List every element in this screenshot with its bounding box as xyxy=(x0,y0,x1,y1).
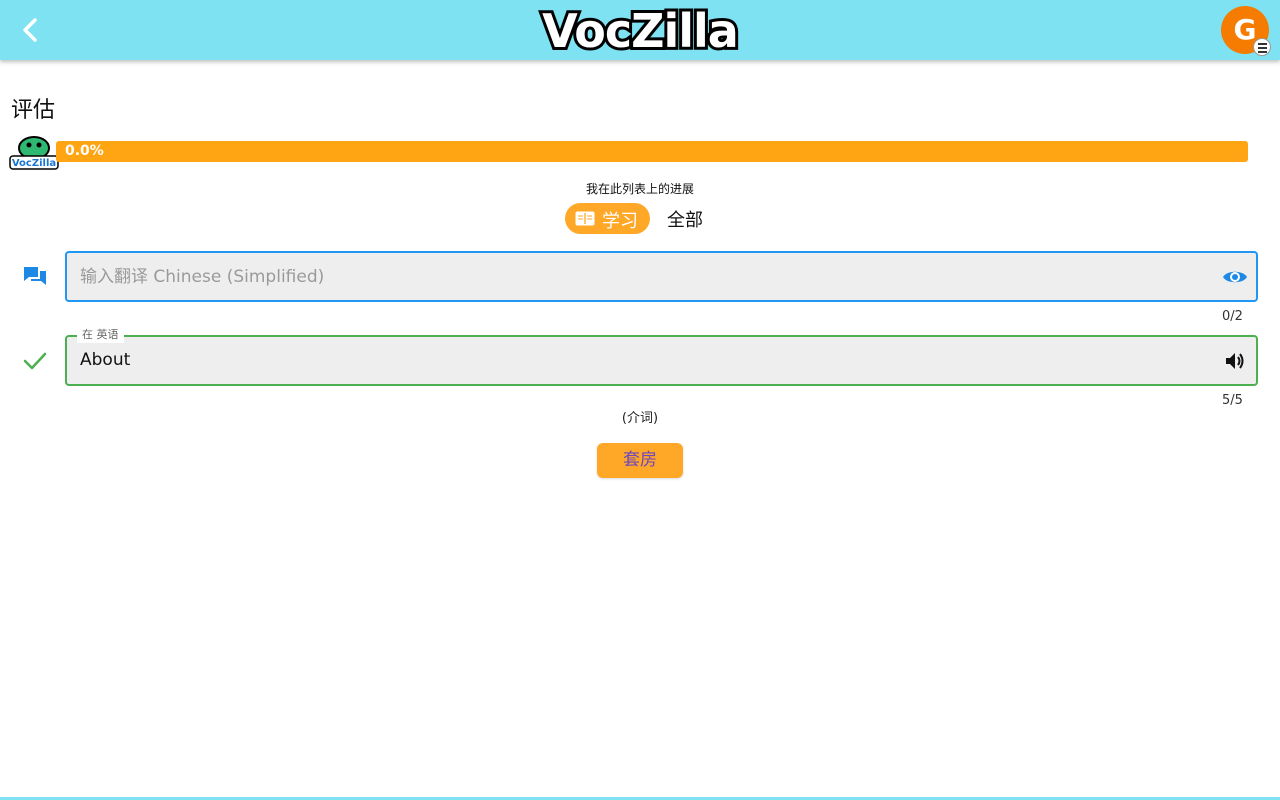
progress-label: 0.0% xyxy=(65,143,104,159)
study-mode-label: 学习 xyxy=(602,211,638,232)
user-avatar[interactable]: G xyxy=(1221,6,1271,56)
check-icon xyxy=(22,348,48,374)
back-button[interactable] xyxy=(16,15,46,45)
app-root: VocZilla G 评估 VocZilla 0.0% 我在此列表上的进展 学习… xyxy=(0,0,1280,800)
reveal-answer-button[interactable] xyxy=(1222,266,1248,288)
study-mode-button[interactable]: 学习 xyxy=(565,203,650,234)
progress-bar: 0.0% xyxy=(56,141,1248,162)
part-of-speech: (介词) xyxy=(621,411,659,426)
menu-icon xyxy=(1253,38,1271,56)
chevron-left-icon xyxy=(23,18,37,42)
play-audio-button[interactable] xyxy=(1224,350,1246,372)
top-app-bar: VocZilla G xyxy=(0,0,1280,61)
translation-input[interactable] xyxy=(80,265,1200,289)
progress-caption: 我在此列表上的进展 xyxy=(585,182,694,196)
translation-counter: 0/2 xyxy=(1222,309,1243,324)
logo-text: VocZilla xyxy=(542,5,738,57)
all-mode-button[interactable]: 全部 xyxy=(667,206,703,232)
english-word: About xyxy=(80,350,131,370)
voczilla-mascot-icon: VocZilla xyxy=(8,136,60,170)
chat-bubbles-icon xyxy=(22,264,48,290)
book-icon xyxy=(575,211,595,226)
english-word-field: 在 英语 About xyxy=(65,327,1258,386)
english-counter: 5/5 xyxy=(1222,393,1243,408)
svg-text:VocZilla: VocZilla xyxy=(12,158,56,169)
submit-button[interactable]: 套房 xyxy=(597,443,683,478)
translation-field[interactable] xyxy=(65,251,1258,302)
page-title: 评估 xyxy=(11,98,56,123)
english-field-legend: 在 英语 xyxy=(77,327,124,343)
speaker-icon xyxy=(1226,353,1244,369)
avatar-initial: G xyxy=(1233,13,1257,46)
voczilla-logo: VocZilla xyxy=(530,1,750,61)
eye-icon xyxy=(1223,271,1247,283)
